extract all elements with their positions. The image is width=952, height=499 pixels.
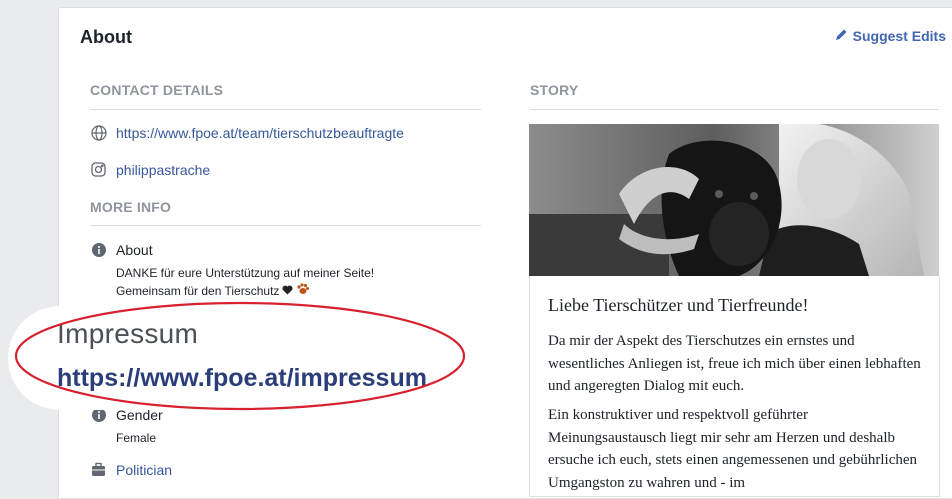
story-heading: STORY bbox=[530, 82, 579, 98]
story-paragraph-1: Da mir der Aspekt des Tierschutzes ein e… bbox=[548, 333, 921, 394]
story-cover-photo[interactable] bbox=[529, 124, 939, 276]
story-title: Liebe Tierschützer und Tierfreunde! bbox=[548, 295, 809, 315]
divider bbox=[530, 109, 939, 110]
story-paragraph-2: Ein konstruktiver und respektvoll geführ… bbox=[548, 407, 918, 491]
